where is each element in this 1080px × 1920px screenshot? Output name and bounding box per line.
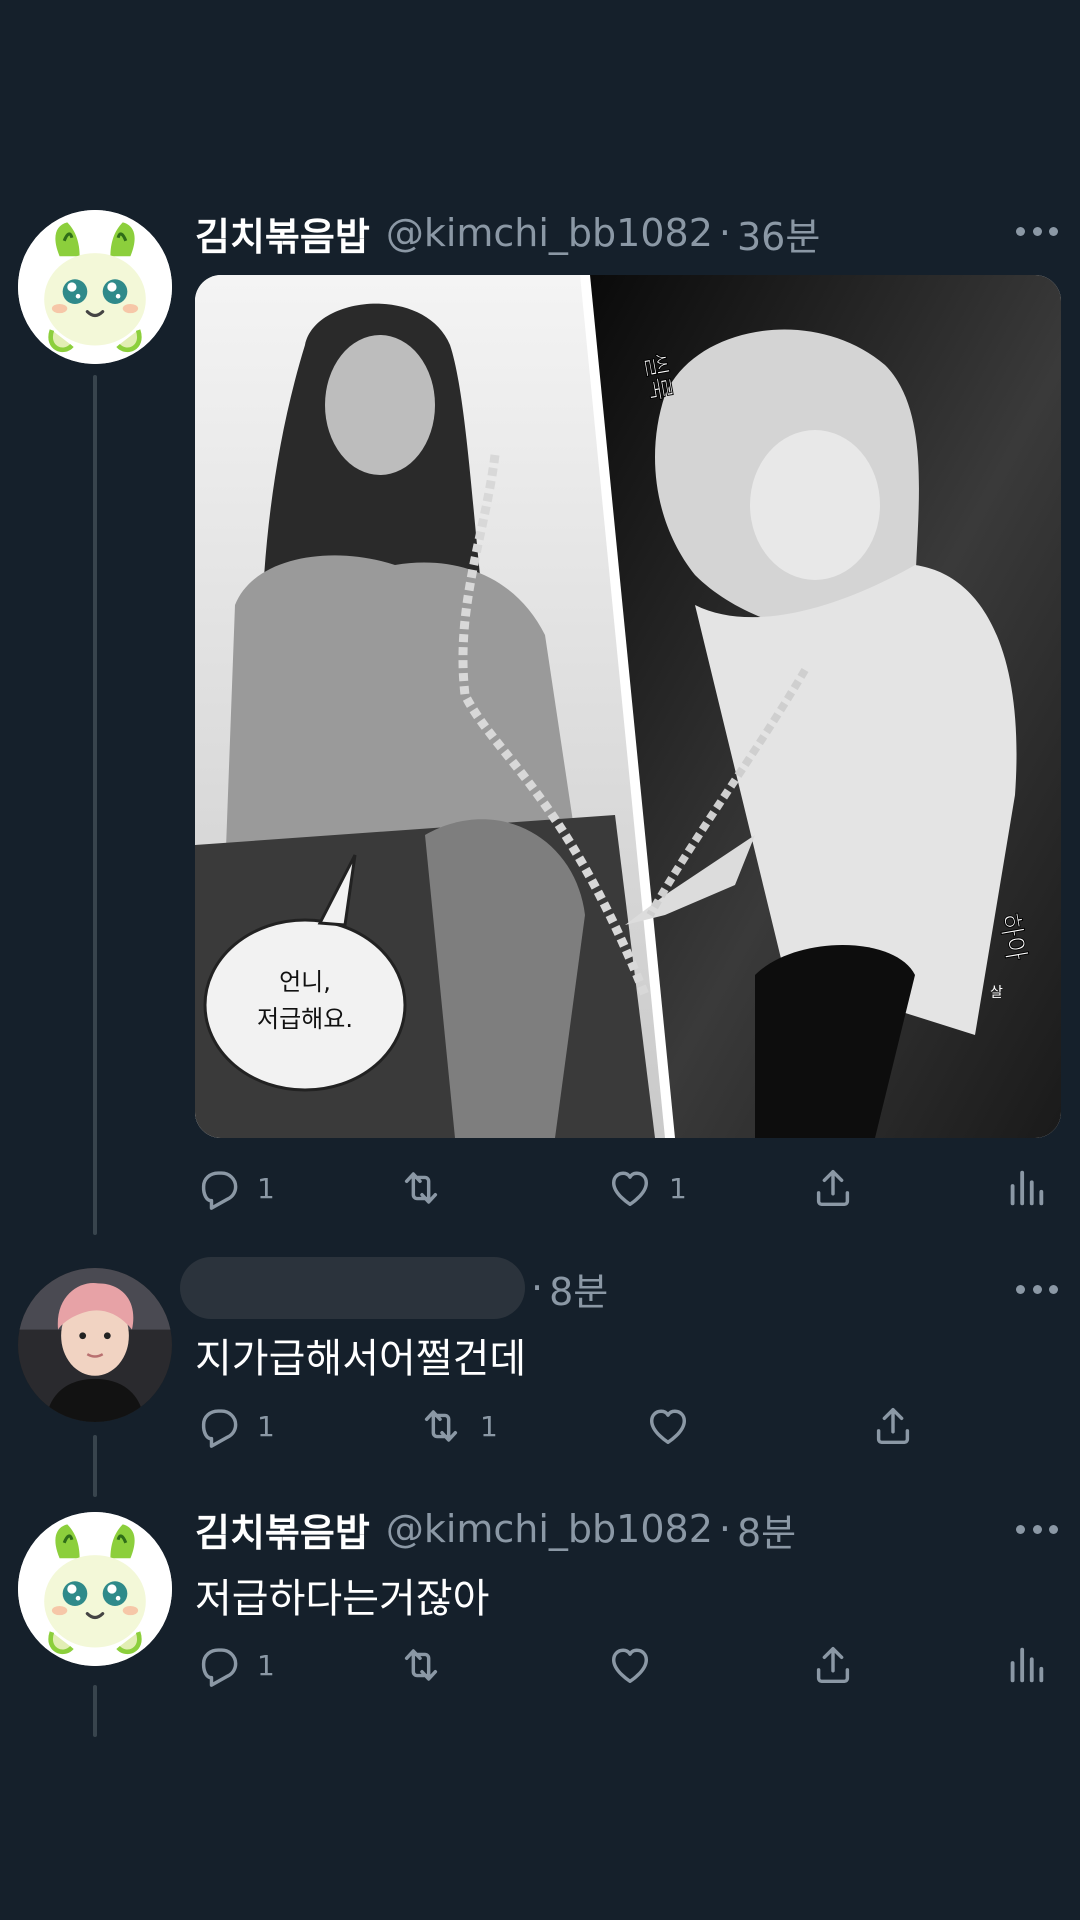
avatar[interactable] bbox=[18, 210, 172, 364]
tweet-actions: 1 bbox=[195, 1638, 1055, 1692]
share-button[interactable] bbox=[810, 1638, 856, 1692]
separator-dot: · bbox=[718, 1507, 731, 1551]
share-button[interactable] bbox=[870, 1399, 916, 1453]
reply-icon bbox=[195, 1642, 241, 1688]
share-icon bbox=[870, 1403, 916, 1449]
share-button[interactable] bbox=[810, 1161, 856, 1215]
reply-button[interactable]: 1 bbox=[195, 1399, 275, 1453]
tweet-actions: 1 1 bbox=[195, 1399, 1055, 1453]
reply-button[interactable]: 1 bbox=[195, 1161, 275, 1215]
manga-panel-image: 언니, 저급해요. 씰룩 하아 살 bbox=[195, 275, 1061, 1138]
speech-bubble-text: 저급해요. bbox=[257, 1005, 353, 1033]
reply-icon bbox=[195, 1165, 241, 1211]
like-count: 1 bbox=[669, 1171, 687, 1205]
avatar[interactable] bbox=[18, 1512, 172, 1666]
retweet-icon bbox=[398, 1642, 444, 1688]
speech-bubble-text: 언니, bbox=[279, 968, 331, 996]
analytics-icon bbox=[1003, 1642, 1049, 1688]
tweet-actions: 1 1 bbox=[195, 1161, 1055, 1215]
tweet-header: 김치볶음밥 @kimchi_bb1082 · 8분 bbox=[195, 1498, 796, 1560]
separator-dot: · bbox=[718, 211, 731, 255]
retweet-count: 1 bbox=[480, 1409, 498, 1443]
analytics-icon bbox=[1003, 1165, 1049, 1211]
redacted-username bbox=[180, 1257, 525, 1319]
tweet-text: 지가급해서어쩔건데 bbox=[195, 1336, 527, 1382]
person-photo-avatar-icon bbox=[18, 1268, 172, 1422]
timestamp[interactable]: 8분 bbox=[549, 1261, 608, 1316]
tweet-text: 저급하다는거잖아 bbox=[195, 1576, 490, 1622]
display-name[interactable]: 김치볶음밥 bbox=[195, 206, 370, 261]
retweet-button[interactable] bbox=[398, 1638, 444, 1692]
green-character-avatar-icon bbox=[18, 210, 172, 364]
reply-icon bbox=[195, 1403, 241, 1449]
retweet-icon bbox=[398, 1165, 444, 1211]
like-icon bbox=[645, 1403, 691, 1449]
retweet-button[interactable] bbox=[398, 1161, 444, 1215]
user-handle[interactable]: @kimchi_bb1082 bbox=[386, 211, 713, 255]
timestamp[interactable]: 36분 bbox=[737, 206, 820, 261]
analytics-button[interactable] bbox=[1003, 1161, 1049, 1215]
like-icon bbox=[607, 1165, 653, 1211]
more-options-icon[interactable] bbox=[1016, 224, 1058, 238]
more-options-icon[interactable] bbox=[1016, 1282, 1058, 1296]
reply-button[interactable]: 1 bbox=[195, 1638, 275, 1692]
share-icon bbox=[810, 1165, 856, 1211]
reply-count: 1 bbox=[257, 1648, 275, 1682]
reply-count: 1 bbox=[257, 1171, 275, 1205]
user-handle[interactable]: @kimchi_bb1082 bbox=[386, 1507, 713, 1551]
avatar[interactable] bbox=[18, 1268, 172, 1422]
like-button[interactable] bbox=[645, 1399, 691, 1453]
retweet-icon bbox=[418, 1403, 464, 1449]
timestamp[interactable]: 8분 bbox=[737, 1502, 796, 1557]
like-icon bbox=[607, 1642, 653, 1688]
tweet-header: 김치볶음밥 @kimchi_bb1082 · 36분 bbox=[195, 203, 820, 263]
more-options-icon[interactable] bbox=[1016, 1522, 1058, 1536]
thread-line bbox=[93, 375, 97, 1235]
separator-dot: · bbox=[531, 1266, 544, 1310]
reply-count: 1 bbox=[257, 1409, 275, 1443]
tweet-header: · 8분 bbox=[525, 1257, 608, 1319]
like-button[interactable] bbox=[607, 1638, 653, 1692]
like-button[interactable]: 1 bbox=[607, 1161, 687, 1215]
analytics-button[interactable] bbox=[1003, 1638, 1049, 1692]
thread-line bbox=[93, 1685, 97, 1737]
display-name[interactable]: 김치볶음밥 bbox=[195, 1502, 370, 1557]
share-icon bbox=[810, 1642, 856, 1688]
thread-line bbox=[93, 1435, 97, 1497]
sfx-text: 살 bbox=[990, 985, 1003, 1001]
tweet-media-image[interactable]: 언니, 저급해요. 씰룩 하아 살 bbox=[195, 275, 1061, 1138]
retweet-button[interactable]: 1 bbox=[418, 1399, 498, 1453]
green-character-avatar-icon bbox=[18, 1512, 172, 1666]
